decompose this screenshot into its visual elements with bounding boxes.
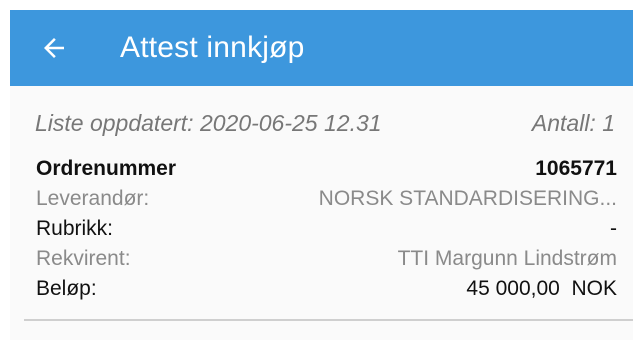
requester-row: Rekvirent: TTI Margunn Lindstrøm [36,244,617,274]
app-screen: Attest innkjøp Liste oppdatert: 2020-06-… [0,0,643,340]
requester-label: Rekvirent: [36,247,131,270]
rubric-label: Rubrikk: [36,217,114,240]
list-count-text: Antall: 1 [531,110,615,136]
supplier-row: Leverandør: NORSK STANDARDISERING... [36,184,617,214]
rubric-value: - [610,217,617,240]
supplier-value: NORSK STANDARDISERING... [318,187,617,210]
requester-value: TTI Margunn Lindstrøm [397,247,617,270]
order-number-value: 1065771 [535,157,617,180]
page-title: Attest innkjøp [120,31,305,64]
arrow-left-icon [44,38,64,58]
amount-value: 45 000,00 NOK [466,277,617,300]
order-number-label: Ordrenummer [36,157,177,180]
amount-label: Beløp: [36,277,97,300]
order-list: Liste oppdatert: 2020-06-25 12.31 Antall… [10,86,633,340]
amount-row: Beløp: 45 000,00 NOK [36,274,617,304]
back-button[interactable] [36,30,72,66]
app-bar: Attest innkjøp [10,10,633,86]
rubric-row: Rubrikk: - [36,214,617,244]
list-header: Liste oppdatert: 2020-06-25 12.31 Antall… [35,110,615,137]
list-divider [24,319,633,321]
supplier-label: Leverandør: [36,187,150,210]
list-updated-text: Liste oppdatert: 2020-06-25 12.31 [35,110,382,136]
order-number-row: Ordrenummer 1065771 [36,154,617,184]
